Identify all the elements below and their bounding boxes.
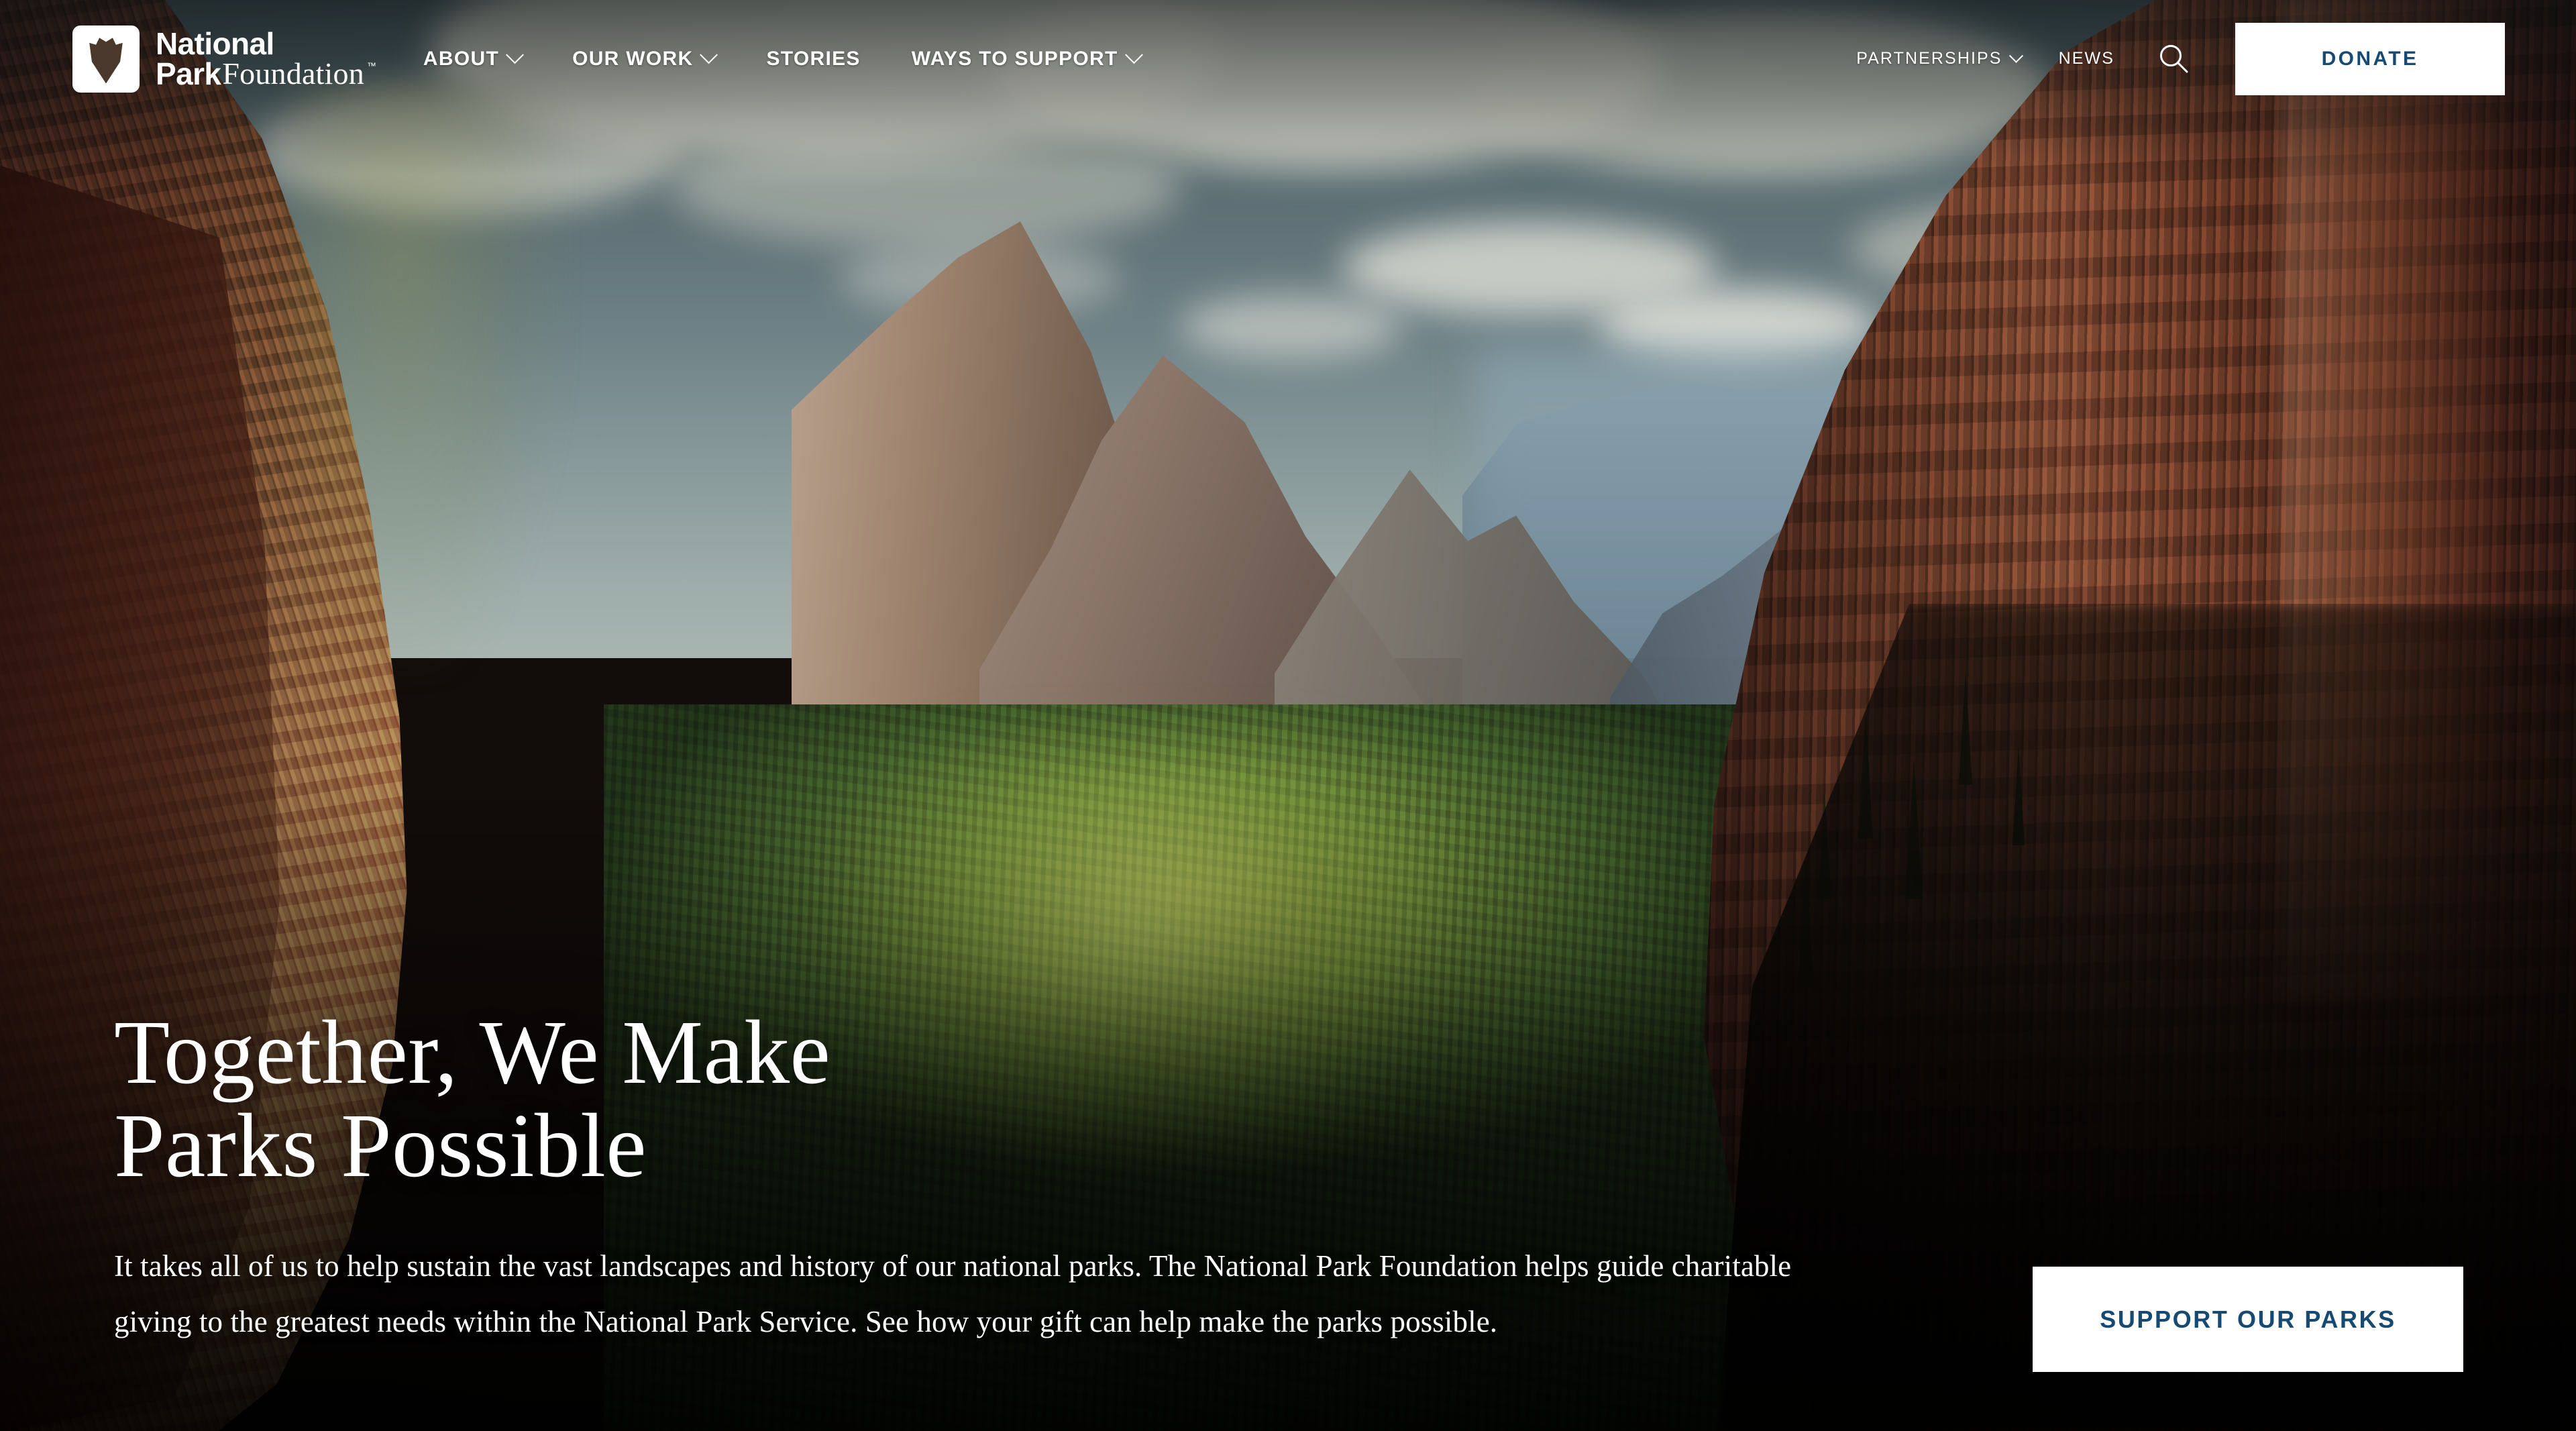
nav-label: PARTNERSHIPS [1856,49,2002,68]
donate-button[interactable]: DONATE [2235,22,2505,95]
nav-label: WAYS TO SUPPORT [911,47,1118,70]
hero-body-text: It takes all of us to help sustain the v… [114,1249,1792,1339]
logo-line-national: National [156,26,274,62]
logo-wordmark: National Park Foundation ™ [156,26,376,91]
nav-label: NEWS [2058,49,2114,68]
hero-cta-area: SUPPORT OUR PARKS [2033,1267,2463,1372]
search-icon [2160,44,2188,72]
search-button[interactable] [2149,34,2199,84]
chevron-down-icon [2008,48,2023,63]
nav-item-partnerships[interactable]: PARTNERSHIPS [1856,48,2023,68]
page-title: Together, We Make Parks Possible [114,1006,1885,1192]
arrowhead-logo-icon [72,25,140,93]
nav-label: OUR WORK [572,47,694,70]
chevron-down-icon [506,46,525,64]
arrowhead-shape [89,38,123,84]
support-our-parks-button[interactable]: SUPPORT OUR PARKS [2033,1267,2463,1372]
site-logo[interactable]: National Park Foundation ™ [72,25,376,93]
hero-title-line-1: Together, We Make [114,1002,831,1104]
primary-navigation: ABOUT OUR WORK STORIES WAYS TO SUPPORT [423,46,1143,70]
logo-word-park: Park [156,56,221,91]
nav-label: ABOUT [423,47,500,70]
hero-stage: National Park Foundation ™ ABOUT OUR WOR… [0,0,2576,1431]
nav-item-ways-to-support[interactable]: WAYS TO SUPPORT [911,46,1143,70]
trademark-symbol: ™ [366,60,376,72]
site-header: National Park Foundation ™ ABOUT OUR WOR… [0,0,2576,117]
nav-item-stories[interactable]: STORIES [766,48,860,70]
chevron-down-icon [1124,46,1143,64]
hero-content: Together, We Make Parks Possible It take… [114,1006,1885,1350]
logo-word-foundation: Foundation [222,56,364,91]
chevron-down-icon [700,46,718,64]
nav-item-our-work[interactable]: OUR WORK [572,46,718,70]
nav-item-news[interactable]: NEWS [2059,49,2114,68]
hero-title-line-2: Parks Possible [114,1095,647,1196]
nav-label: STORIES [766,47,861,70]
header-utility-area: PARTNERSHIPS NEWS DONATE [1856,22,2505,95]
nav-item-about[interactable]: ABOUT [423,46,525,70]
